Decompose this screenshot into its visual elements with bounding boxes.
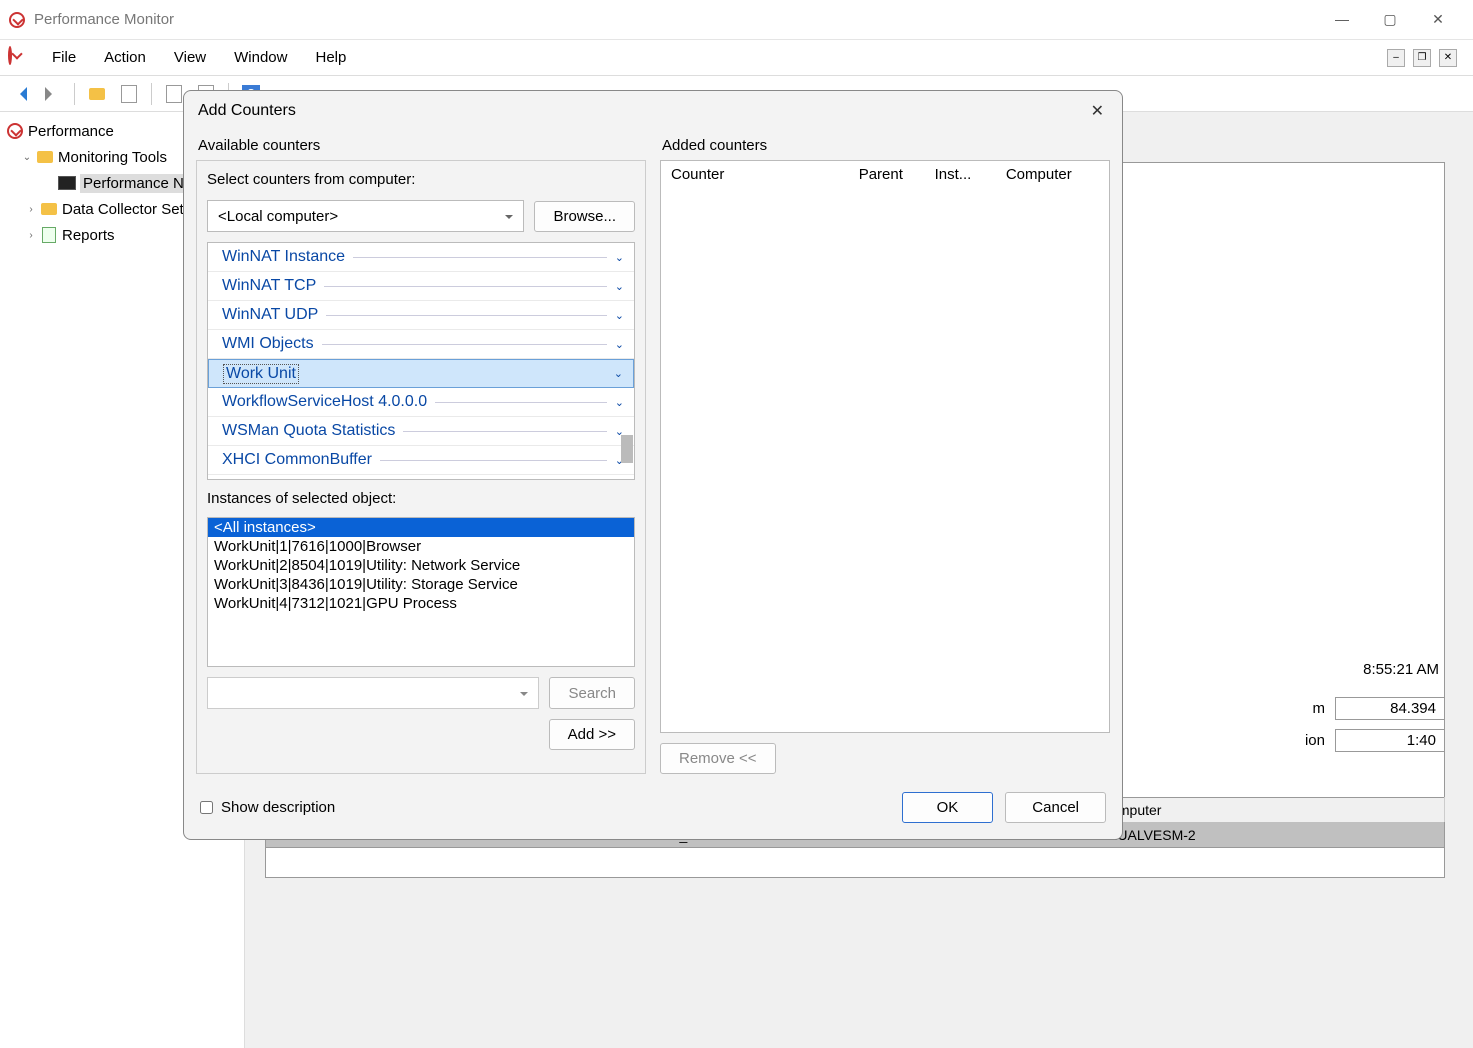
add-counters-dialog: Add Counters ✕ Available counters Select…: [183, 90, 1123, 840]
window-minimize-button[interactable]: —: [1333, 11, 1351, 28]
instances-list[interactable]: <All instances> WorkUnit|1|7616|1000|Bro…: [207, 517, 635, 667]
menu-help[interactable]: Help: [301, 43, 360, 72]
menu-view[interactable]: View: [160, 43, 220, 72]
tree-expand-icon[interactable]: ›: [26, 230, 36, 241]
toolbar-open-icon[interactable]: [83, 80, 111, 108]
counter-item[interactable]: WSMan Quota Statistics⌄: [208, 417, 634, 446]
show-description-label: Show description: [221, 799, 335, 816]
counter-item[interactable]: XHCI CommonBuffer⌄: [208, 446, 634, 475]
show-description-checkbox-input[interactable]: [200, 801, 213, 814]
ok-button[interactable]: OK: [902, 792, 994, 823]
legend-computer: \\RUALVESM-2: [1092, 822, 1445, 848]
stat-duration-value: 1:40: [1335, 729, 1445, 752]
added-counters-table[interactable]: Counter Parent Inst... Computer: [660, 160, 1110, 733]
computer-select-value: <Local computer>: [218, 208, 338, 225]
dialog-close-button[interactable]: ✕: [1087, 97, 1108, 125]
stat-max-value: 84.394: [1335, 697, 1445, 720]
instances-label: Instances of selected object:: [207, 490, 635, 507]
tree-expand-icon[interactable]: ›: [26, 204, 36, 215]
search-button[interactable]: Search: [549, 677, 635, 709]
add-button[interactable]: Add >>: [549, 719, 635, 750]
menu-window[interactable]: Window: [220, 43, 301, 72]
chart-timestamp: 8:55:21 AM: [1363, 661, 1439, 678]
window-title: Performance Monitor: [34, 11, 1333, 28]
folder-icon: [40, 200, 58, 218]
instance-item[interactable]: WorkUnit|3|8436|1019|Utility: Storage Se…: [208, 575, 634, 594]
added-th-parent[interactable]: Parent: [849, 161, 925, 188]
report-icon: [40, 226, 58, 244]
mdi-restore-button[interactable]: ❐: [1413, 49, 1431, 67]
added-counters-label: Added counters: [660, 131, 1110, 160]
menu-action[interactable]: Action: [90, 43, 160, 72]
stat-duration-label: ion: [1305, 732, 1325, 749]
mdi-minimize-button[interactable]: –: [1387, 49, 1405, 67]
instance-item[interactable]: WorkUnit|1|7616|1000|Browser: [208, 537, 634, 556]
remove-button[interactable]: Remove <<: [660, 743, 776, 774]
available-counters-label: Available counters: [196, 131, 646, 160]
counter-item[interactable]: WorkflowServiceHost 4.0.0.0⌄: [208, 388, 634, 417]
menu-file[interactable]: File: [38, 43, 90, 72]
chevron-down-icon[interactable]: ⌄: [615, 309, 624, 322]
mdi-close-button[interactable]: ✕: [1439, 49, 1457, 67]
counter-item-selected[interactable]: Work Unit⌄: [208, 359, 634, 388]
instance-item[interactable]: WorkUnit|4|7312|1021|GPU Process: [208, 594, 634, 613]
browse-button[interactable]: Browse...: [534, 201, 635, 232]
chevron-down-icon[interactable]: ⌄: [614, 367, 623, 380]
app-icon: [8, 11, 26, 29]
counter-item[interactable]: WinNAT TCP⌄: [208, 272, 634, 301]
legend-header-computer: Computer: [1092, 798, 1445, 823]
show-description-checkbox[interactable]: Show description: [200, 799, 335, 816]
toolbar-forward-button[interactable]: [38, 80, 66, 108]
tree-monitoring-tools-label: Monitoring Tools: [58, 149, 167, 166]
added-th-counter[interactable]: Counter: [661, 161, 849, 188]
chevron-down-icon[interactable]: ⌄: [615, 280, 624, 293]
window-maximize-button[interactable]: ▢: [1381, 11, 1399, 28]
perf-icon: [6, 122, 24, 140]
select-from-computer-label: Select counters from computer:: [207, 171, 635, 190]
chevron-down-icon[interactable]: ⌄: [615, 338, 624, 351]
cancel-button[interactable]: Cancel: [1005, 792, 1106, 823]
counter-item[interactable]: WinNAT Instance⌄: [208, 243, 634, 272]
added-th-computer[interactable]: Computer: [996, 161, 1109, 188]
scrollbar-thumb[interactable]: [621, 435, 633, 463]
tree-collapse-icon[interactable]: ⌄: [22, 152, 32, 163]
tree-data-collector-label: Data Collector Set: [62, 201, 184, 218]
monitor-icon: [58, 174, 76, 192]
menubar: File Action View Window Help – ❐ ✕: [0, 40, 1473, 76]
folder-icon: [36, 148, 54, 166]
app-icon-small: [8, 48, 28, 68]
counter-item[interactable]: WinNAT UDP⌄: [208, 301, 634, 330]
toolbar-properties-icon[interactable]: [115, 80, 143, 108]
stat-max-label: m: [1313, 700, 1326, 717]
window-close-button[interactable]: ✕: [1429, 11, 1447, 28]
available-counters-list[interactable]: WinNAT Instance⌄ WinNAT TCP⌄ WinNAT UDP⌄…: [207, 242, 635, 480]
dialog-title: Add Counters: [198, 102, 1087, 120]
counter-item[interactable]: WMI Objects⌄: [208, 330, 634, 359]
instance-search-input[interactable]: [207, 677, 539, 709]
tree-performance-monitor-label: Performance N: [80, 174, 187, 193]
window-titlebar: Performance Monitor — ▢ ✕: [0, 0, 1473, 40]
chevron-down-icon[interactable]: ⌄: [615, 396, 624, 409]
tree-reports-label: Reports: [62, 227, 115, 244]
instance-item-selected[interactable]: <All instances>: [208, 518, 634, 537]
toolbar-back-button[interactable]: [6, 80, 34, 108]
added-th-instance[interactable]: Inst...: [925, 161, 996, 188]
computer-select[interactable]: <Local computer>: [207, 200, 524, 232]
chevron-down-icon[interactable]: ⌄: [615, 251, 624, 264]
instance-item[interactable]: WorkUnit|2|8504|1019|Utility: Network Se…: [208, 556, 634, 575]
tree-root-label: Performance: [28, 123, 114, 140]
